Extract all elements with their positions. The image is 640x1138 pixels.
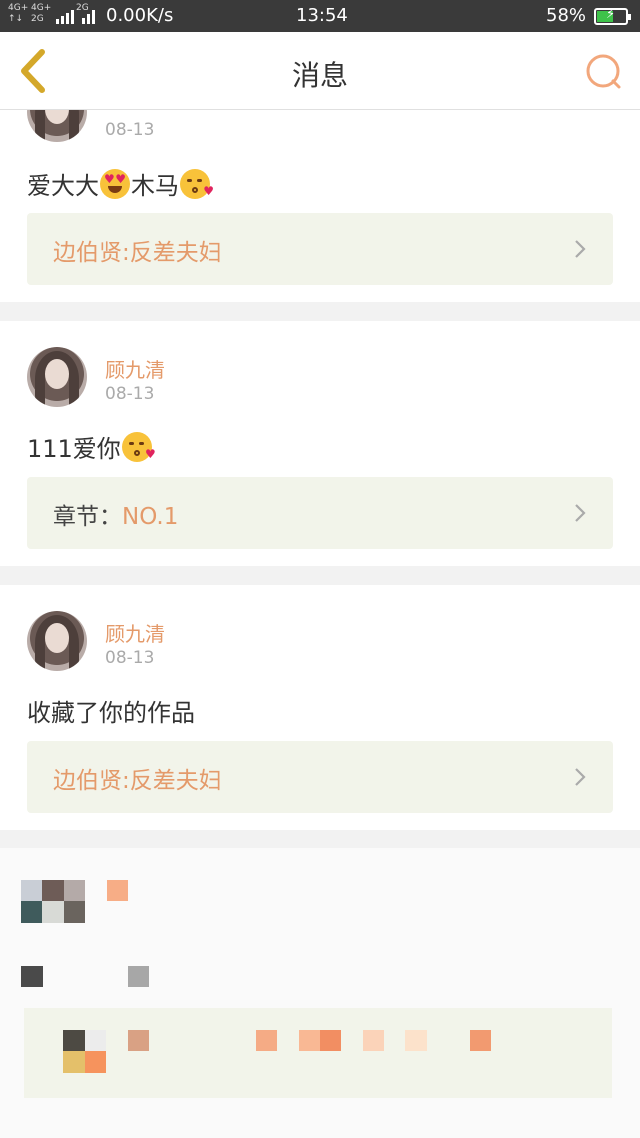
battery-percent: 58% [546, 5, 587, 26]
message-date: 08-13 [105, 120, 155, 140]
pixelated-linkbox [24, 1008, 612, 1098]
kissing-heart-emoji-icon: ♥ [180, 169, 214, 199]
chevron-right-icon [575, 504, 586, 522]
chevron-right-icon [575, 240, 586, 258]
network-indicator-2: 4G+ 2G [31, 3, 52, 24]
message-list: 08-13 爱大大木马♥ 边伯贤:反差夫妇 顾九清 08-13 111爱你♥ 章… [0, 0, 640, 1138]
message-card: 顾九清 08-13 111爱你 ♥ 章节：NO.1 [0, 321, 640, 566]
work-link[interactable]: 边伯贤:反差夫妇 [27, 741, 613, 813]
message-card: 顾九清 08-13 收藏了你的作品 边伯贤:反差夫妇 [0, 585, 640, 830]
heart-eyes-emoji-icon [100, 169, 130, 199]
username[interactable]: 顾九清 [105, 354, 165, 383]
avatar[interactable] [27, 611, 87, 671]
search-icon[interactable] [582, 50, 626, 94]
work-title: 边伯贤:反差夫妇 [53, 240, 222, 266]
chapter-link[interactable]: 章节：NO.1 [27, 477, 613, 549]
chevron-right-icon [575, 768, 586, 786]
message-text: 收藏了你的作品 [27, 699, 195, 727]
work-title: 边伯贤:反差夫妇 [53, 768, 222, 794]
battery-icon: ⚡ [594, 7, 631, 25]
nav-bar: 消息 [0, 32, 640, 110]
work-link[interactable]: 边伯贤:反差夫妇 [27, 213, 613, 285]
message-text: 爱大大木马♥ [27, 166, 214, 201]
network-indicator-3: 2G [76, 3, 89, 13]
message-text: 111爱你 ♥ [27, 429, 156, 464]
chapter-label: 章节： [53, 504, 122, 530]
username[interactable]: 顾九清 [105, 618, 165, 647]
message-card-pixelated [0, 848, 640, 1138]
pixelated-avatar [21, 880, 85, 923]
clock: 13:54 [296, 5, 348, 26]
chapter-title: NO.1 [122, 504, 179, 530]
network-indicator-1: 4G+ ↑↓ [8, 3, 29, 24]
page-title: 消息 [291, 59, 348, 92]
status-bar: 4G+ ↑↓ 4G+ 2G 2G 0.00K/s 13:54 58% ⚡ [0, 0, 640, 32]
kissing-heart-emoji-icon: ♥ [121, 432, 156, 462]
network-speed: 0.00K/s [106, 5, 174, 26]
message-date: 08-13 [105, 648, 155, 668]
avatar[interactable] [27, 347, 87, 407]
message-date: 08-13 [105, 384, 155, 404]
